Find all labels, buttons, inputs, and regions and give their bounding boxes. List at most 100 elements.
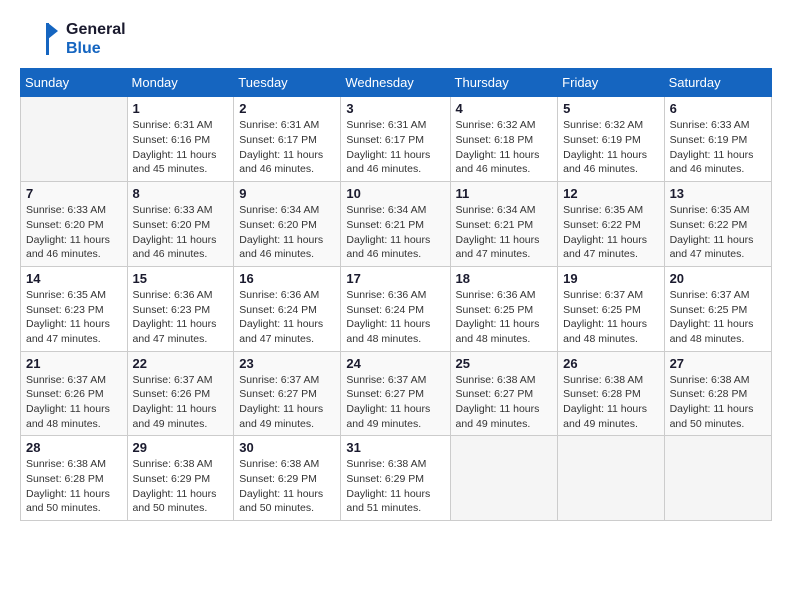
day-info: Sunrise: 6:36 AM Sunset: 6:23 PM Dayligh… xyxy=(133,288,229,347)
day-number: 4 xyxy=(456,101,553,116)
day-number: 25 xyxy=(456,356,553,371)
calendar-cell: 9Sunrise: 6:34 AM Sunset: 6:20 PM Daylig… xyxy=(234,182,341,267)
day-info: Sunrise: 6:34 AM Sunset: 6:21 PM Dayligh… xyxy=(346,203,444,262)
calendar-cell xyxy=(450,436,558,521)
day-info: Sunrise: 6:37 AM Sunset: 6:27 PM Dayligh… xyxy=(346,373,444,432)
day-info: Sunrise: 6:36 AM Sunset: 6:24 PM Dayligh… xyxy=(239,288,335,347)
header-friday: Friday xyxy=(558,69,664,97)
day-number: 6 xyxy=(670,101,766,116)
day-info: Sunrise: 6:32 AM Sunset: 6:19 PM Dayligh… xyxy=(563,118,658,177)
calendar-cell: 23Sunrise: 6:37 AM Sunset: 6:27 PM Dayli… xyxy=(234,351,341,436)
day-number: 20 xyxy=(670,271,766,286)
day-number: 30 xyxy=(239,440,335,455)
day-info: Sunrise: 6:37 AM Sunset: 6:25 PM Dayligh… xyxy=(563,288,658,347)
calendar-cell: 18Sunrise: 6:36 AM Sunset: 6:25 PM Dayli… xyxy=(450,266,558,351)
calendar-cell: 20 Sunrise: 6:37 AM Sunset: 6:25 PM Dayli… xyxy=(664,266,771,351)
calendar-cell: 25 Sunrise: 6:38 AM Sunset: 6:27 PM Dayli… xyxy=(450,351,558,436)
day-number: 28 xyxy=(26,440,122,455)
day-info: Sunrise: 6:33 AM Sunset: 6:20 PM Dayligh… xyxy=(133,203,229,262)
header-wednesday: Wednesday xyxy=(341,69,450,97)
calendar-cell: 31 Sunrise: 6:38 AM Sunset: 6:29 PM Dayli… xyxy=(341,436,450,521)
calendar-header-row: SundayMondayTuesdayWednesdayThursdayFrid… xyxy=(21,69,772,97)
calendar-cell: 22 Sunrise: 6:37 AM Sunset: 6:26 PM Dayli… xyxy=(127,351,234,436)
header-thursday: Thursday xyxy=(450,69,558,97)
logo-svg xyxy=(20,21,60,57)
day-info: Sunrise: 6:33 AM Sunset: 6:19 PM Dayligh… xyxy=(670,118,766,177)
day-number: 9 xyxy=(239,186,335,201)
calendar-cell: 27Sunrise: 6:38 AM Sunset: 6:28 PM Dayli… xyxy=(664,351,771,436)
day-number: 22 xyxy=(133,356,229,371)
day-number: 16 xyxy=(239,271,335,286)
day-number: 2 xyxy=(239,101,335,116)
day-number: 5 xyxy=(563,101,658,116)
calendar-cell: 24 Sunrise: 6:37 AM Sunset: 6:27 PM Dayli… xyxy=(341,351,450,436)
day-number: 3 xyxy=(346,101,444,116)
calendar-week-2: 7 Sunrise: 6:33 AM Sunset: 6:20 PM Daylig… xyxy=(21,182,772,267)
day-info: Sunrise: 6:31 AM Sunset: 6:17 PM Dayligh… xyxy=(239,118,335,177)
day-number: 24 xyxy=(346,356,444,371)
day-info: Sunrise: 6:35 AM Sunset: 6:22 PM Dayligh… xyxy=(670,203,766,262)
day-number: 17 xyxy=(346,271,444,286)
day-number: 15 xyxy=(133,271,229,286)
calendar-cell: 17 Sunrise: 6:36 AM Sunset: 6:24 PM Dayli… xyxy=(341,266,450,351)
calendar-cell: 16 Sunrise: 6:36 AM Sunset: 6:24 PM Dayli… xyxy=(234,266,341,351)
logo: GeneralBlue xyxy=(20,20,126,58)
calendar-cell: 10 Sunrise: 6:34 AM Sunset: 6:21 PM Dayli… xyxy=(341,182,450,267)
day-number: 31 xyxy=(346,440,444,455)
calendar-cell: 11 Sunrise: 6:34 AM Sunset: 6:21 PM Dayli… xyxy=(450,182,558,267)
calendar-week-4: 21 Sunrise: 6:37 AM Sunset: 6:26 PM Dayli… xyxy=(21,351,772,436)
day-info: Sunrise: 6:38 AM Sunset: 6:28 PM Dayligh… xyxy=(563,373,658,432)
day-number: 27 xyxy=(670,356,766,371)
day-number: 8 xyxy=(133,186,229,201)
day-info: Sunrise: 6:31 AM Sunset: 6:16 PM Dayligh… xyxy=(133,118,229,177)
calendar-cell: 1 Sunrise: 6:31 AM Sunset: 6:16 PM Daylig… xyxy=(127,97,234,182)
day-number: 13 xyxy=(670,186,766,201)
calendar-cell: 19 Sunrise: 6:37 AM Sunset: 6:25 PM Dayli… xyxy=(558,266,664,351)
day-info: Sunrise: 6:34 AM Sunset: 6:21 PM Dayligh… xyxy=(456,203,553,262)
calendar-cell xyxy=(664,436,771,521)
day-number: 7 xyxy=(26,186,122,201)
calendar-cell: 6 Sunrise: 6:33 AM Sunset: 6:19 PM Daylig… xyxy=(664,97,771,182)
calendar-cell: 2 Sunrise: 6:31 AM Sunset: 6:17 PM Daylig… xyxy=(234,97,341,182)
day-number: 1 xyxy=(133,101,229,116)
header-monday: Monday xyxy=(127,69,234,97)
day-number: 19 xyxy=(563,271,658,286)
calendar-cell: 28 Sunrise: 6:38 AM Sunset: 6:28 PM Dayli… xyxy=(21,436,128,521)
day-info: Sunrise: 6:38 AM Sunset: 6:29 PM Dayligh… xyxy=(133,457,229,516)
header-saturday: Saturday xyxy=(664,69,771,97)
page-header: GeneralBlue xyxy=(20,20,772,58)
day-number: 21 xyxy=(26,356,122,371)
day-number: 18 xyxy=(456,271,553,286)
day-number: 23 xyxy=(239,356,335,371)
header-sunday: Sunday xyxy=(21,69,128,97)
calendar-cell: 5 Sunrise: 6:32 AM Sunset: 6:19 PM Daylig… xyxy=(558,97,664,182)
calendar-cell: 12 Sunrise: 6:35 AM Sunset: 6:22 PM Dayli… xyxy=(558,182,664,267)
calendar-cell: 30Sunrise: 6:38 AM Sunset: 6:29 PM Dayli… xyxy=(234,436,341,521)
calendar-week-5: 28 Sunrise: 6:38 AM Sunset: 6:28 PM Dayli… xyxy=(21,436,772,521)
calendar-cell: 29 Sunrise: 6:38 AM Sunset: 6:29 PM Dayli… xyxy=(127,436,234,521)
day-info: Sunrise: 6:33 AM Sunset: 6:20 PM Dayligh… xyxy=(26,203,122,262)
day-info: Sunrise: 6:38 AM Sunset: 6:29 PM Dayligh… xyxy=(346,457,444,516)
day-info: Sunrise: 6:32 AM Sunset: 6:18 PM Dayligh… xyxy=(456,118,553,177)
calendar-cell: 13 Sunrise: 6:35 AM Sunset: 6:22 PM Dayli… xyxy=(664,182,771,267)
calendar-cell xyxy=(21,97,128,182)
calendar-cell: 21 Sunrise: 6:37 AM Sunset: 6:26 PM Dayli… xyxy=(21,351,128,436)
day-info: Sunrise: 6:37 AM Sunset: 6:26 PM Dayligh… xyxy=(133,373,229,432)
day-info: Sunrise: 6:35 AM Sunset: 6:23 PM Dayligh… xyxy=(26,288,122,347)
calendar-cell: 8 Sunrise: 6:33 AM Sunset: 6:20 PM Daylig… xyxy=(127,182,234,267)
day-number: 29 xyxy=(133,440,229,455)
day-info: Sunrise: 6:38 AM Sunset: 6:28 PM Dayligh… xyxy=(26,457,122,516)
day-number: 14 xyxy=(26,271,122,286)
day-info: Sunrise: 6:35 AM Sunset: 6:22 PM Dayligh… xyxy=(563,203,658,262)
day-info: Sunrise: 6:38 AM Sunset: 6:27 PM Dayligh… xyxy=(456,373,553,432)
day-info: Sunrise: 6:37 AM Sunset: 6:26 PM Dayligh… xyxy=(26,373,122,432)
day-info: Sunrise: 6:31 AM Sunset: 6:17 PM Dayligh… xyxy=(346,118,444,177)
day-info: Sunrise: 6:37 AM Sunset: 6:25 PM Dayligh… xyxy=(670,288,766,347)
day-number: 11 xyxy=(456,186,553,201)
day-number: 12 xyxy=(563,186,658,201)
calendar-week-3: 14 Sunrise: 6:35 AM Sunset: 6:23 PM Dayli… xyxy=(21,266,772,351)
calendar-week-1: 1 Sunrise: 6:31 AM Sunset: 6:16 PM Daylig… xyxy=(21,97,772,182)
day-number: 10 xyxy=(346,186,444,201)
day-info: Sunrise: 6:36 AM Sunset: 6:24 PM Dayligh… xyxy=(346,288,444,347)
calendar-cell xyxy=(558,436,664,521)
